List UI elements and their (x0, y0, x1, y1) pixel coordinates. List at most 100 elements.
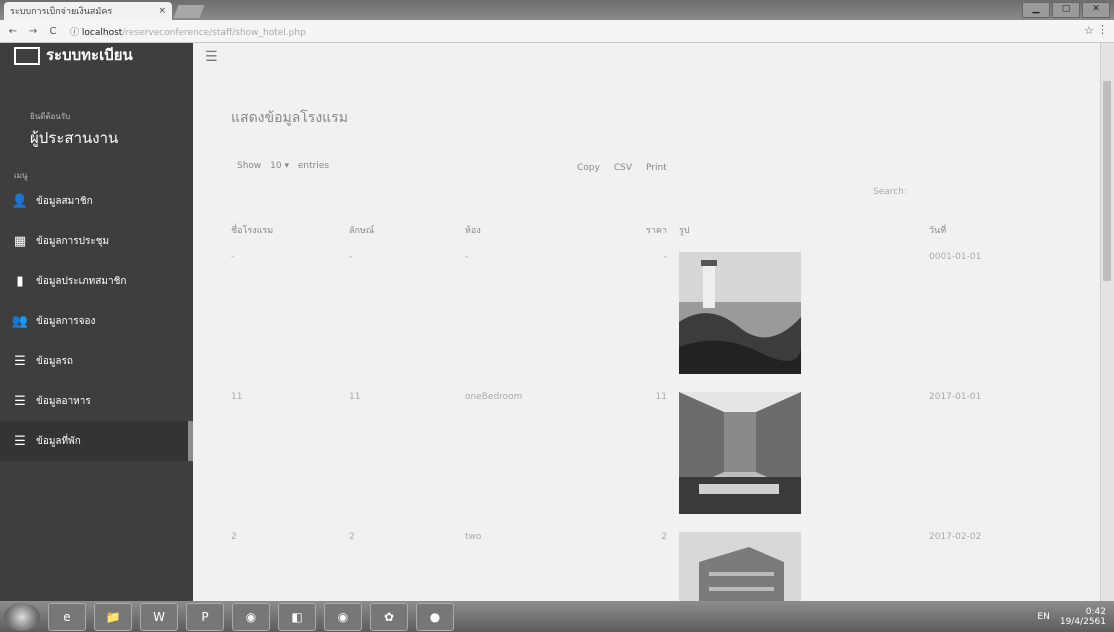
column-header-date[interactable]: วันที่ (929, 216, 1069, 244)
forward-icon[interactable]: → (26, 26, 40, 37)
cell-price: 2 (661, 532, 667, 542)
maximize-button[interactable]: ▢ (1052, 2, 1080, 18)
reload-icon[interactable]: C (46, 26, 60, 37)
cell-image (679, 244, 929, 384)
new-tab-button[interactable] (173, 5, 205, 18)
url-path: /reserveconference/staff/show_hotel.php (122, 27, 306, 38)
start-button[interactable] (4, 602, 40, 631)
minimize-button[interactable]: ▁ (1022, 2, 1050, 18)
list-icon: ☰ (14, 393, 26, 409)
hamburger-icon[interactable]: ☰ (205, 49, 218, 65)
column-header-star[interactable]: ลักษณ์ (349, 216, 465, 244)
sidebar-item-label: ข้อมูลอาหาร (36, 395, 91, 407)
chrome-icon[interactable]: ◉ (324, 602, 362, 631)
user-icon: 👤 (11, 193, 29, 209)
browser-menu-icon[interactable]: ⋮ (1097, 23, 1108, 36)
sidebar-item-cars[interactable]: ☰ ข้อมูลรถ (0, 341, 193, 381)
address-bar: ← → C ⓘ localhost/reserveconference/staf… (0, 20, 1114, 43)
entries-value: 10 (270, 161, 282, 171)
brand-title: ระบบทะเบียน (46, 46, 133, 64)
browser-titlebar: ระบบการเบิกจ่ายเงินสมัคร × ▁ ▢ ✕ (0, 0, 1114, 20)
chrome-icon[interactable]: ◉ (232, 602, 270, 631)
cell-date: 2017-01-01 (929, 392, 982, 402)
table-row: 11 11 oneBedroom 11 2017-01-01 (231, 384, 1069, 524)
cell-date: 0001-01-01 (929, 252, 982, 262)
sidebar-item-bookings[interactable]: 👥 ข้อมูลการจอง (0, 301, 193, 341)
cell-hotel-name: 2 (231, 532, 237, 542)
app-icon[interactable]: ● (416, 602, 454, 631)
page-title: แสดงข้อมูลโรงแรม (231, 110, 348, 126)
back-icon[interactable]: ← (6, 26, 20, 37)
sidebar: ระบบทะเบียน ยินดีต้อนรับ ผู้ประสานงาน เม… (0, 43, 193, 601)
word-icon[interactable]: W (140, 602, 178, 631)
tab-title: ระบบการเบิกจ่ายเงินสมัคร (10, 7, 113, 17)
sidebar-item-member-types[interactable]: ▮ ข้อมูลประเภทสมาชิก (0, 261, 193, 301)
clock-date: 19/4/2561 (1059, 617, 1106, 627)
brand[interactable]: ระบบทะเบียน (14, 43, 133, 67)
cell-image (679, 384, 929, 524)
browser-tab[interactable]: ระบบการเบิกจ่ายเงินสมัคร × (4, 2, 172, 20)
list-icon: ☰ (14, 353, 26, 369)
search-label: Search: (873, 187, 907, 197)
app-icon[interactable]: ◧ (278, 602, 316, 631)
column-header-hotel-name[interactable]: ชื่อโรงแรม (231, 216, 349, 244)
cell-price: 11 (655, 392, 667, 402)
copy-button[interactable]: Copy (577, 163, 600, 173)
sidebar-item-label: ข้อมูลรถ (36, 355, 73, 367)
bookmark-star-icon[interactable]: ☆ (1084, 24, 1094, 37)
main-content: ☰ แสดงข้อมูลโรงแรม Show 10 ▾ entries Cop… (193, 43, 1101, 601)
tab-close-icon[interactable]: × (158, 6, 166, 16)
sidebar-item-members[interactable]: 👤 ข้อมูลสมาชิก (0, 181, 193, 221)
entries-label: entries (297, 161, 330, 171)
csv-button[interactable]: CSV (614, 163, 632, 173)
cell-room: two (465, 532, 482, 542)
sidebar-item-conferences[interactable]: ▦ ข้อมูลการประชุม (0, 221, 193, 261)
paint-icon[interactable]: ✿ (370, 602, 408, 631)
cell-room: oneBedroom (465, 392, 523, 402)
window-controls: ▁ ▢ ✕ (1022, 2, 1110, 18)
system-tray: EN 0:42 19/4/2561 (1037, 607, 1106, 627)
calendar-icon: ▦ (13, 233, 27, 249)
print-button[interactable]: Print (646, 163, 667, 173)
sidebar-item-label: ข้อมูลที่พัก (36, 435, 81, 447)
column-header-image[interactable]: รูป (679, 216, 929, 244)
scrollbar-thumb[interactable] (1103, 81, 1111, 281)
cell-star: 11 (349, 392, 361, 402)
file-icon: ▮ (16, 273, 24, 289)
user-role: ผู้ประสานงาน (30, 129, 119, 147)
hotel-photo (679, 532, 801, 601)
column-header-room[interactable]: ห้อง (465, 216, 589, 244)
cell-room: - (465, 252, 469, 262)
sidebar-menu: 👤 ข้อมูลสมาชิก ▦ ข้อมูลการประชุม ▮ ข้อมู… (0, 181, 193, 461)
windows-taskbar: e 📁 W P ◉ ◧ ◉ ✿ ● EN 0:42 19/4/2561 (0, 601, 1114, 632)
show-label: Show (237, 161, 262, 171)
language-indicator[interactable]: EN (1037, 612, 1049, 622)
ie-icon[interactable]: e (48, 602, 86, 631)
url-host: localhost (81, 27, 123, 38)
powerpoint-icon[interactable]: P (186, 602, 224, 631)
sidebar-item-food[interactable]: ☰ ข้อมูลอาหาร (0, 381, 193, 421)
close-window-button[interactable]: ✕ (1082, 2, 1110, 18)
column-header-price[interactable]: ราคา (589, 216, 679, 244)
sidebar-item-label: ข้อมูลสมาชิก (36, 195, 93, 207)
brand-icon (14, 46, 40, 65)
clock[interactable]: 0:42 19/4/2561 (1060, 607, 1106, 627)
sidebar-item-label: ข้อมูลการประชุม (36, 235, 110, 247)
cell-hotel-name: - (231, 252, 235, 262)
page-length-control: Show 10 ▾ entries (237, 161, 329, 171)
hotel-table: ชื่อโรงแรม ลักษณ์ ห้อง ราคา รูป วันที่ -… (231, 216, 1069, 601)
info-icon: ⓘ (70, 27, 80, 38)
table-row: 2 2 two 2 2017-02-02 (231, 524, 1069, 601)
sidebar-item-label: ข้อมูลประเภทสมาชิก (36, 275, 127, 287)
folder-icon[interactable]: 📁 (94, 602, 132, 631)
users-icon: 👥 (11, 313, 29, 329)
page-scrollbar[interactable] (1100, 43, 1114, 601)
table-row: - - - - 0001-01-01 (231, 244, 1069, 384)
hotel-photo (679, 252, 801, 374)
cell-image (679, 524, 929, 601)
entries-select[interactable]: 10 ▾ (270, 161, 289, 171)
cell-star: - (349, 252, 353, 262)
sidebar-item-accommodation[interactable]: ☰ ข้อมูลที่พัก (0, 421, 193, 461)
list-icon: ☰ (14, 433, 26, 449)
url-field[interactable]: ⓘ localhost/reserveconference/staff/show… (70, 25, 306, 38)
